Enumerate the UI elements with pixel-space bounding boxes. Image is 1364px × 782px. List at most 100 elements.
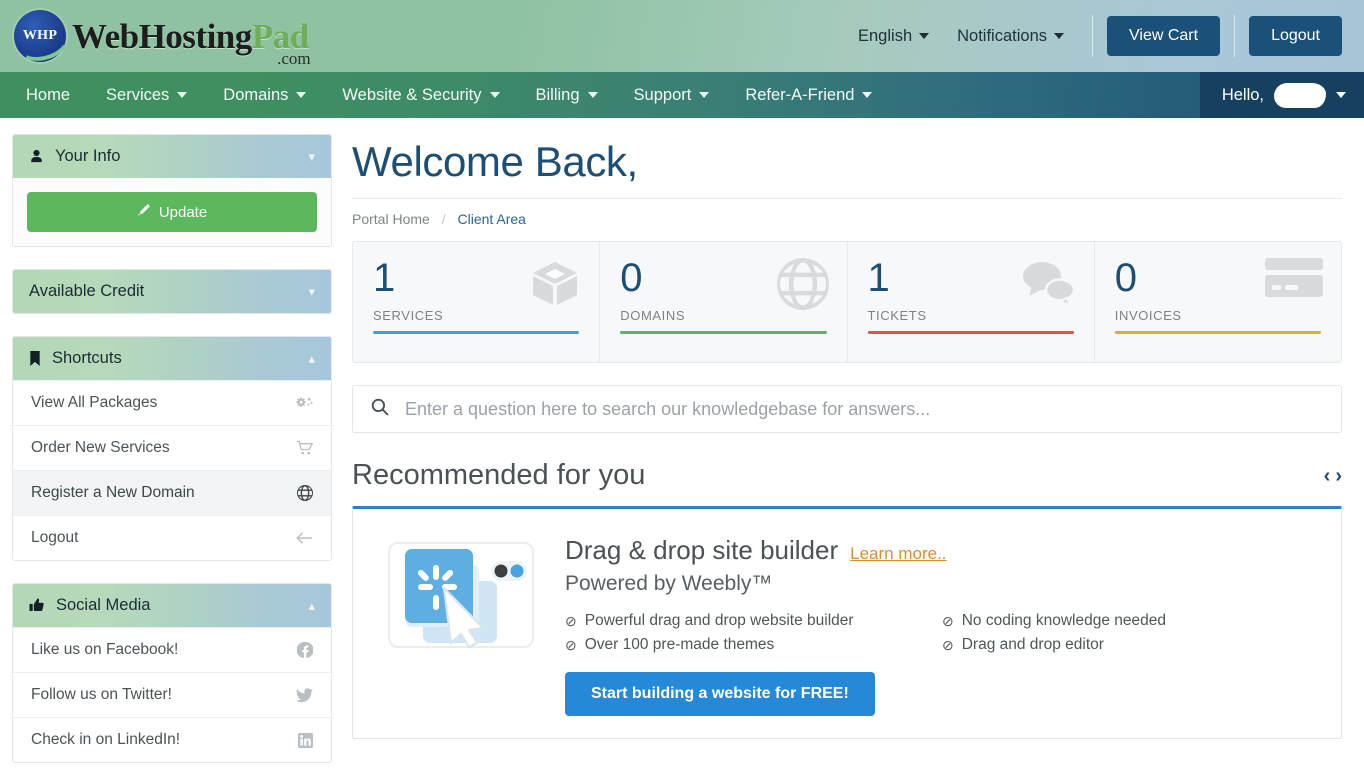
promo-feature-label: Drag and drop editor (961, 636, 1104, 653)
page-body: Your Info ▾ Update Available Credit ▾ Sh… (0, 118, 1364, 782)
stats-row: 1 SERVICES 0 DOMAINS 1 TICKETS 0 INVOICE… (352, 241, 1342, 363)
account-username-redacted (1274, 82, 1326, 108)
check-circle-icon: ⊘ (942, 637, 954, 653)
nav-item-support[interactable]: Support (616, 72, 728, 118)
breadcrumb-portal-home[interactable]: Portal Home (352, 211, 430, 227)
panel-title: Your Info (55, 147, 121, 165)
panel-available-credit: Available Credit ▾ (12, 269, 332, 314)
logo-wordmark: WebHostingPad .com (72, 16, 311, 67)
thumbs-up-icon (29, 598, 45, 613)
promo-feature-item: ⊘ Drag and drop editor (942, 636, 1319, 654)
site-logo[interactable]: WHP WebHostingPad .com (14, 10, 311, 67)
account-menu[interactable]: Hello, (1199, 72, 1364, 118)
linkedin-icon (298, 732, 313, 748)
nav-label: Refer-A-Friend (745, 85, 855, 104)
promo-feature-item: ⊘ Powerful drag and drop website builder (565, 612, 942, 630)
stat-underline (373, 331, 580, 334)
check-circle-icon: ⊘ (565, 613, 577, 629)
shortcut-order-new-services[interactable]: Order New Services (13, 425, 331, 470)
stat-domains[interactable]: 0 DOMAINS (599, 242, 846, 362)
update-button[interactable]: Update (27, 192, 317, 232)
social-facebook[interactable]: Like us on Facebook! (13, 627, 331, 672)
nav-item-website-security[interactable]: Website & Security (324, 72, 517, 118)
whp-logo-icon: WHP (14, 10, 66, 62)
page-title: Welcome Back, (352, 138, 638, 185)
carousel-next-icon[interactable]: › (1335, 466, 1342, 486)
breadcrumb: Portal Home / Client Area (352, 198, 1342, 241)
nav-item-home[interactable]: Home (0, 72, 88, 118)
social-label: Like us on Facebook! (31, 641, 179, 658)
panel-header-social-media[interactable]: Social Media ▴ (13, 584, 331, 627)
main-navigation: Home Services Domains Website & Security… (0, 72, 1364, 118)
chevron-down-icon (862, 92, 873, 98)
knowledgebase-search[interactable] (352, 385, 1342, 433)
nav-label: Home (26, 85, 71, 104)
cart-icon (296, 440, 313, 456)
promo-feature-list: ⊘ Powerful drag and drop website builder… (565, 612, 1319, 654)
arrow-left-icon (296, 531, 313, 545)
nav-item-billing[interactable]: Billing (518, 72, 616, 118)
social-label: Check in on LinkedIn! (31, 731, 181, 748)
bookmark-icon (29, 351, 41, 366)
promo-heading: Drag & drop site builder (565, 535, 839, 565)
shortcut-logout[interactable]: Logout (13, 515, 331, 560)
gears-icon (296, 396, 313, 411)
search-input[interactable] (405, 398, 1323, 420)
stat-invoices[interactable]: 0 INVOICES (1093, 242, 1341, 362)
chevron-down-icon (296, 92, 307, 98)
nav-item-refer-a-friend[interactable]: Refer-A-Friend (727, 72, 890, 118)
language-label: English (858, 26, 913, 45)
check-circle-icon: ⊘ (565, 637, 577, 653)
stat-tickets[interactable]: 1 TICKETS (846, 242, 1094, 362)
panel-header-your-info[interactable]: Your Info ▾ (13, 135, 331, 178)
shortcut-label: Order New Services (31, 439, 170, 456)
carousel-prev-icon[interactable]: ‹ (1324, 466, 1331, 486)
social-linkedin[interactable]: Check in on LinkedIn! (13, 717, 331, 762)
logout-button[interactable]: Logout (1249, 16, 1342, 56)
panel-shortcuts: Shortcuts ▴ View All Packages Order New … (12, 336, 332, 561)
view-cart-button[interactable]: View Cart (1107, 16, 1221, 56)
chevron-down-icon (177, 92, 188, 98)
breadcrumb-client-area[interactable]: Client Area (457, 211, 525, 227)
promo-feature-item: ⊘ Over 100 pre-made themes (565, 636, 942, 654)
panel-header-shortcuts[interactable]: Shortcuts ▴ (13, 337, 331, 380)
social-twitter[interactable]: Follow us on Twitter! (13, 672, 331, 717)
panel-header-available-credit[interactable]: Available Credit ▾ (13, 270, 331, 313)
shortcut-view-all-packages[interactable]: View All Packages (13, 380, 331, 425)
chevron-down-icon: ▾ (308, 148, 315, 164)
notifications-menu[interactable]: Notifications (943, 27, 1078, 46)
chevron-down-icon (1336, 92, 1346, 98)
stat-underline (867, 331, 1074, 334)
panel-social-media: Social Media ▴ Like us on Facebook! Foll… (12, 583, 332, 763)
nav-label: Billing (535, 85, 580, 104)
stat-services[interactable]: 1 SERVICES (353, 242, 599, 362)
chevron-up-icon: ▴ (308, 350, 315, 366)
recommended-header: Recommended for you ‹ › (352, 459, 1342, 492)
promo-feature-label: Powerful drag and drop website builder (584, 612, 854, 629)
shortcut-register-a-new-domain[interactable]: Register a New Domain (13, 470, 331, 515)
top-header: WHP WebHostingPad .com English Notificat… (0, 0, 1364, 72)
promo-feature-label: No coding knowledge needed (961, 612, 1166, 629)
nav-label: Domains (223, 85, 289, 104)
twitter-icon (296, 687, 313, 703)
box-icon (529, 258, 581, 315)
nav-item-services[interactable]: Services (88, 72, 205, 118)
promo-feature-item: ⊘ No coding knowledge needed (942, 612, 1319, 630)
logo-name-main: WebHosting (72, 16, 252, 56)
chevron-down-icon: ▾ (308, 283, 315, 299)
promo-heading-row: Drag & drop site builder Learn more.. (565, 535, 1319, 566)
chat-bubbles-icon (1020, 258, 1076, 313)
learn-more-link[interactable]: Learn more.. (850, 544, 946, 564)
site-builder-icon (387, 535, 535, 716)
panel-title: Shortcuts (52, 349, 122, 367)
stat-label: INVOICES (1114, 308, 1182, 323)
carousel-arrows: ‹ › (1324, 466, 1342, 486)
notifications-label: Notifications (957, 26, 1047, 45)
nav-item-domains[interactable]: Domains (205, 72, 324, 118)
credit-card-icon (1265, 258, 1323, 305)
panel-title: Social Media (56, 596, 151, 614)
language-selector[interactable]: English (844, 27, 943, 46)
shortcut-label: Logout (31, 529, 79, 546)
start-building-button[interactable]: Start building a website for FREE! (565, 672, 875, 716)
promo-card: Drag & drop site builder Learn more.. Po… (352, 506, 1342, 739)
